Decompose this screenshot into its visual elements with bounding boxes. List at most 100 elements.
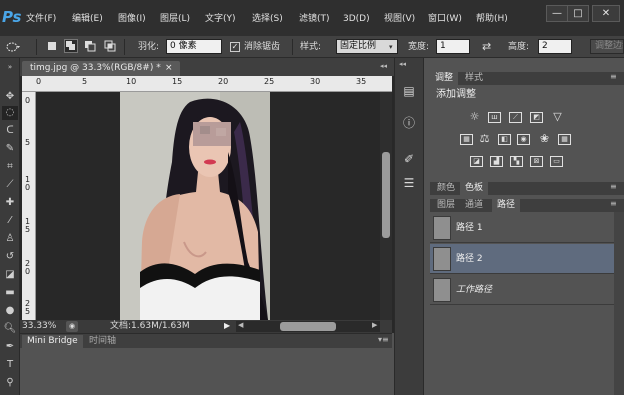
collapse-icon[interactable]: » [2, 60, 18, 74]
move-tool-icon[interactable]: ✥ [2, 90, 18, 104]
antialias-checkbox[interactable]: ✓ [230, 42, 240, 52]
healing-brush-tool-icon[interactable]: ✚ [2, 196, 18, 210]
scroll-right-icon[interactable]: ▶ [372, 321, 377, 329]
menu-help[interactable]: 帮助(H) [476, 12, 508, 26]
levels-icon[interactable]: ш [488, 112, 501, 123]
menu-3d[interactable]: 3D(D) [343, 12, 370, 26]
refine-edge-button[interactable]: 调整边缘... [590, 39, 624, 54]
style-label: 样式: [300, 42, 322, 52]
menu-select[interactable]: 选择(S) [252, 12, 283, 26]
path-row-selected[interactable]: 路径 2 [430, 244, 614, 274]
menu-image[interactable]: 图像(I) [118, 12, 146, 26]
posterize-icon[interactable]: ▟ [490, 156, 503, 167]
vibrance-icon[interactable]: ▽ [551, 111, 564, 123]
history-brush-tool-icon[interactable]: ↺ [2, 250, 18, 264]
menu-layer[interactable]: 图层(L) [160, 12, 190, 26]
close-button[interactable]: ✕ [592, 5, 620, 22]
close-tab-icon[interactable]: × [165, 61, 177, 76]
color-lookup-icon[interactable]: ▦ [558, 134, 571, 145]
tab-channels[interactable]: 通道 [460, 199, 488, 212]
vertical-ruler: 0 5 1 0 1 5 2 0 2 5 [22, 92, 36, 320]
swap-icon[interactable]: ⇄ [482, 40, 491, 53]
threshold-icon[interactable]: ▚ [510, 156, 523, 167]
menu-file[interactable]: 文件(F) [26, 12, 56, 26]
gradient-tool-icon[interactable]: ▬ [2, 286, 18, 300]
antialias-label: 消除锯齿 [244, 42, 281, 52]
tab-mini-bridge[interactable]: Mini Bridge [22, 335, 83, 348]
feather-input[interactable]: 0 像素 [166, 39, 222, 54]
panel-menu-icon[interactable]: ≡ [610, 182, 617, 191]
vertical-scroll-thumb[interactable] [382, 152, 390, 238]
crop-tool-icon[interactable]: ⌗ [2, 160, 18, 174]
channel-mixer-icon[interactable]: ❀ [538, 133, 551, 145]
paths-scrollbar[interactable] [614, 212, 624, 395]
black-white-icon[interactable]: ◧ [498, 134, 511, 145]
document-image[interactable] [120, 92, 270, 320]
subtract-selection-icon[interactable] [84, 40, 96, 52]
brush-preset-panel-icon[interactable]: ✐ [400, 150, 418, 168]
width-input[interactable]: 1 [436, 39, 470, 54]
path-thumbnail [433, 216, 451, 240]
properties-panel-icon[interactable]: ☰ [400, 174, 418, 192]
document-tab[interactable]: timg.jpg @ 33.3%(RGB/8#) * [22, 61, 180, 76]
color-balance-icon[interactable]: ⚖ [478, 133, 491, 145]
status-menu-arrow-icon[interactable]: ▶ [224, 321, 230, 330]
photo-filter-icon[interactable]: ◉ [517, 134, 530, 145]
curves-icon[interactable]: ⟋ [509, 112, 522, 123]
info-panel-icon[interactable]: ⓘ [400, 114, 418, 132]
history-panel-icon[interactable]: ▤ [400, 82, 418, 100]
quick-select-tool-icon[interactable]: ✎ [2, 142, 18, 156]
marquee-tool-icon[interactable] [5, 40, 21, 54]
menu-edit[interactable]: 编辑(E) [72, 12, 103, 26]
ruler-tick: 0 [25, 96, 31, 105]
clone-stamp-tool-icon[interactable]: ♙ [2, 232, 18, 246]
selective-color-icon[interactable]: ⊠ [530, 156, 543, 167]
panel-menu-icon[interactable]: ≡ [610, 72, 617, 81]
type-tool-icon[interactable]: T [2, 358, 18, 372]
app-logo: Ps [2, 8, 22, 26]
intersect-selection-icon[interactable] [104, 40, 116, 52]
add-selection-icon[interactable] [64, 39, 78, 53]
minimize-button[interactable]: — [546, 5, 568, 22]
brush-tool-icon[interactable]: ⁄ [2, 214, 18, 228]
horizontal-scroll-thumb[interactable] [280, 322, 336, 331]
tab-swatches[interactable]: 色板 [460, 182, 489, 195]
panel-menu-icon[interactable]: ≡ [610, 199, 617, 208]
eraser-tool-icon[interactable]: ◪ [2, 268, 18, 282]
height-input[interactable]: 2 [538, 39, 572, 54]
exposure-icon[interactable]: ◩ [530, 112, 543, 123]
brightness-contrast-icon[interactable]: ☼ [468, 111, 481, 123]
feather-label: 羽化: [138, 42, 160, 52]
collapse-icon[interactable]: ◂◂ [399, 60, 419, 68]
tab-layers[interactable]: 图层 [432, 199, 460, 212]
scroll-left-icon[interactable]: ◀ [238, 321, 243, 329]
tab-paths[interactable]: 路径 [492, 199, 521, 212]
menu-view[interactable]: 视图(V) [384, 12, 415, 26]
eyedropper-tool-icon[interactable]: ⟋ [2, 178, 18, 192]
hue-saturation-icon[interactable]: ▦ [460, 134, 473, 145]
collapse-panel-icon[interactable]: ◂◂ [380, 62, 387, 70]
lasso-tool-icon[interactable]: ᑕ [2, 124, 18, 138]
new-selection-icon[interactable] [46, 40, 58, 52]
share-icon[interactable]: ◉ [66, 321, 78, 332]
invert-icon[interactable]: ◪ [470, 156, 483, 167]
menu-filter[interactable]: 滤镜(T) [299, 12, 330, 26]
menu-type[interactable]: 文字(Y) [205, 12, 236, 26]
zoom-level[interactable]: 33.33% [22, 321, 56, 332]
tab-timeline[interactable]: 时间轴 [84, 335, 121, 348]
blur-tool-icon[interactable]: ● [2, 304, 18, 318]
marquee-tool-icon[interactable]: ◌ [2, 106, 18, 120]
dodge-tool-icon[interactable]: 🔍︎ [2, 322, 18, 336]
menu-window[interactable]: 窗口(W) [428, 12, 462, 26]
maximize-button[interactable]: □ [567, 5, 589, 22]
pen-tool-icon[interactable]: ✒ [2, 340, 18, 354]
tab-adjustments[interactable]: 调整 [430, 72, 459, 85]
document-size-info: 文档:1.63M/1.63M [110, 321, 190, 331]
tab-styles[interactable]: 样式 [460, 72, 488, 85]
panel-menu-icon[interactable]: ▾≡ [378, 335, 389, 344]
path-row[interactable]: 路径 1 [430, 213, 614, 243]
gradient-map-icon[interactable]: ▭ [550, 156, 563, 167]
zoom-tool-icon[interactable]: ⚲ [2, 376, 18, 390]
path-row[interactable]: 工作路径 [430, 275, 614, 305]
tab-color[interactable]: 颜色 [432, 182, 460, 195]
